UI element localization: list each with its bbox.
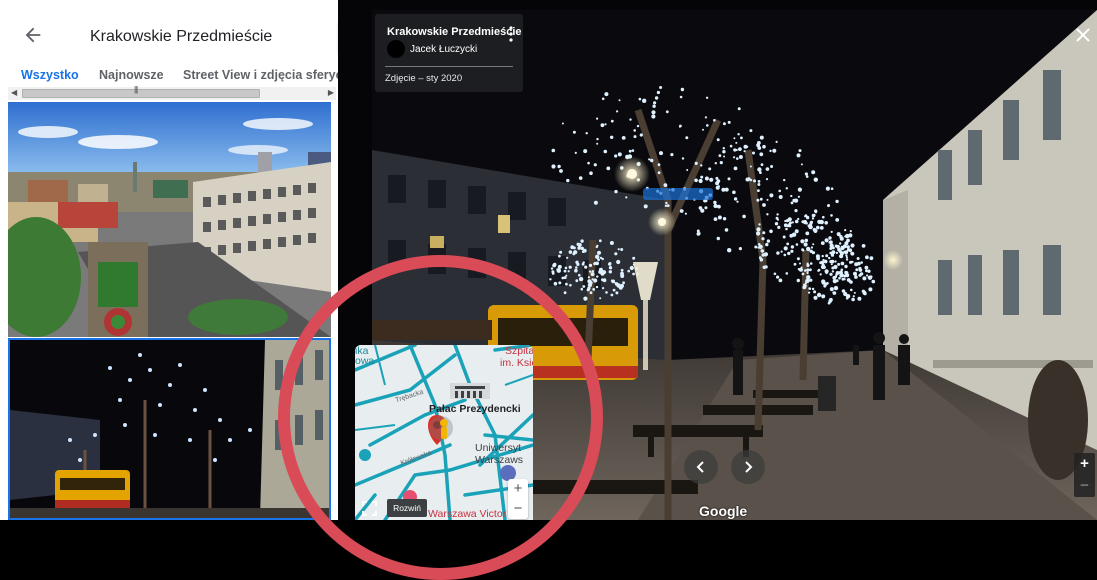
photo-tabs: Wszystko Najnowsze Street View i zdjęcia… — [0, 66, 338, 90]
scrollbar-grip-icon: ||| — [134, 85, 138, 94]
more-options-icon[interactable] — [507, 25, 515, 43]
photo-info-card: Krakowskie Przedmieście Jacek Łuczycki Z… — [375, 14, 523, 92]
google-watermark: Google — [699, 503, 748, 519]
previous-photo-button[interactable] — [684, 450, 718, 484]
close-icon[interactable] — [1074, 26, 1092, 44]
viewer-zoom-controls: + − — [1074, 453, 1095, 497]
place-title: Krakowskie Przedmieście — [90, 28, 273, 45]
back-arrow-icon[interactable] — [22, 24, 44, 46]
tab-street-view[interactable]: Street View i zdjęcia sferyczne — [183, 68, 338, 82]
author-avatar[interactable] — [387, 40, 405, 58]
photo-date: Zdjęcie – sty 2020 — [385, 73, 463, 84]
zoom-out-button[interactable]: − — [1074, 475, 1095, 497]
tabs-scrollbar[interactable]: ◀ ||| ▶ — [8, 85, 336, 100]
scroll-left-icon[interactable]: ◀ — [11, 88, 17, 97]
scrollbar-thumb[interactable] — [22, 89, 260, 98]
chevron-right-icon — [745, 461, 753, 473]
zoom-in-button[interactable]: + — [1074, 453, 1095, 475]
chevron-left-icon — [696, 461, 704, 473]
author-name[interactable]: Jacek Łuczycki — [410, 44, 477, 55]
tab-newest[interactable]: Najnowsze — [99, 68, 164, 82]
next-photo-button[interactable] — [731, 450, 765, 484]
tab-all[interactable]: Wszystko — [21, 68, 79, 82]
scroll-right-icon[interactable]: ▶ — [328, 88, 334, 97]
annotation-circle — [278, 255, 603, 580]
divider — [385, 66, 513, 67]
panel-header: Krakowskie Przedmieście — [0, 0, 338, 65]
info-card-title: Krakowskie Przedmieście — [387, 26, 522, 38]
photo-thumbnail-aerial[interactable] — [8, 102, 331, 337]
